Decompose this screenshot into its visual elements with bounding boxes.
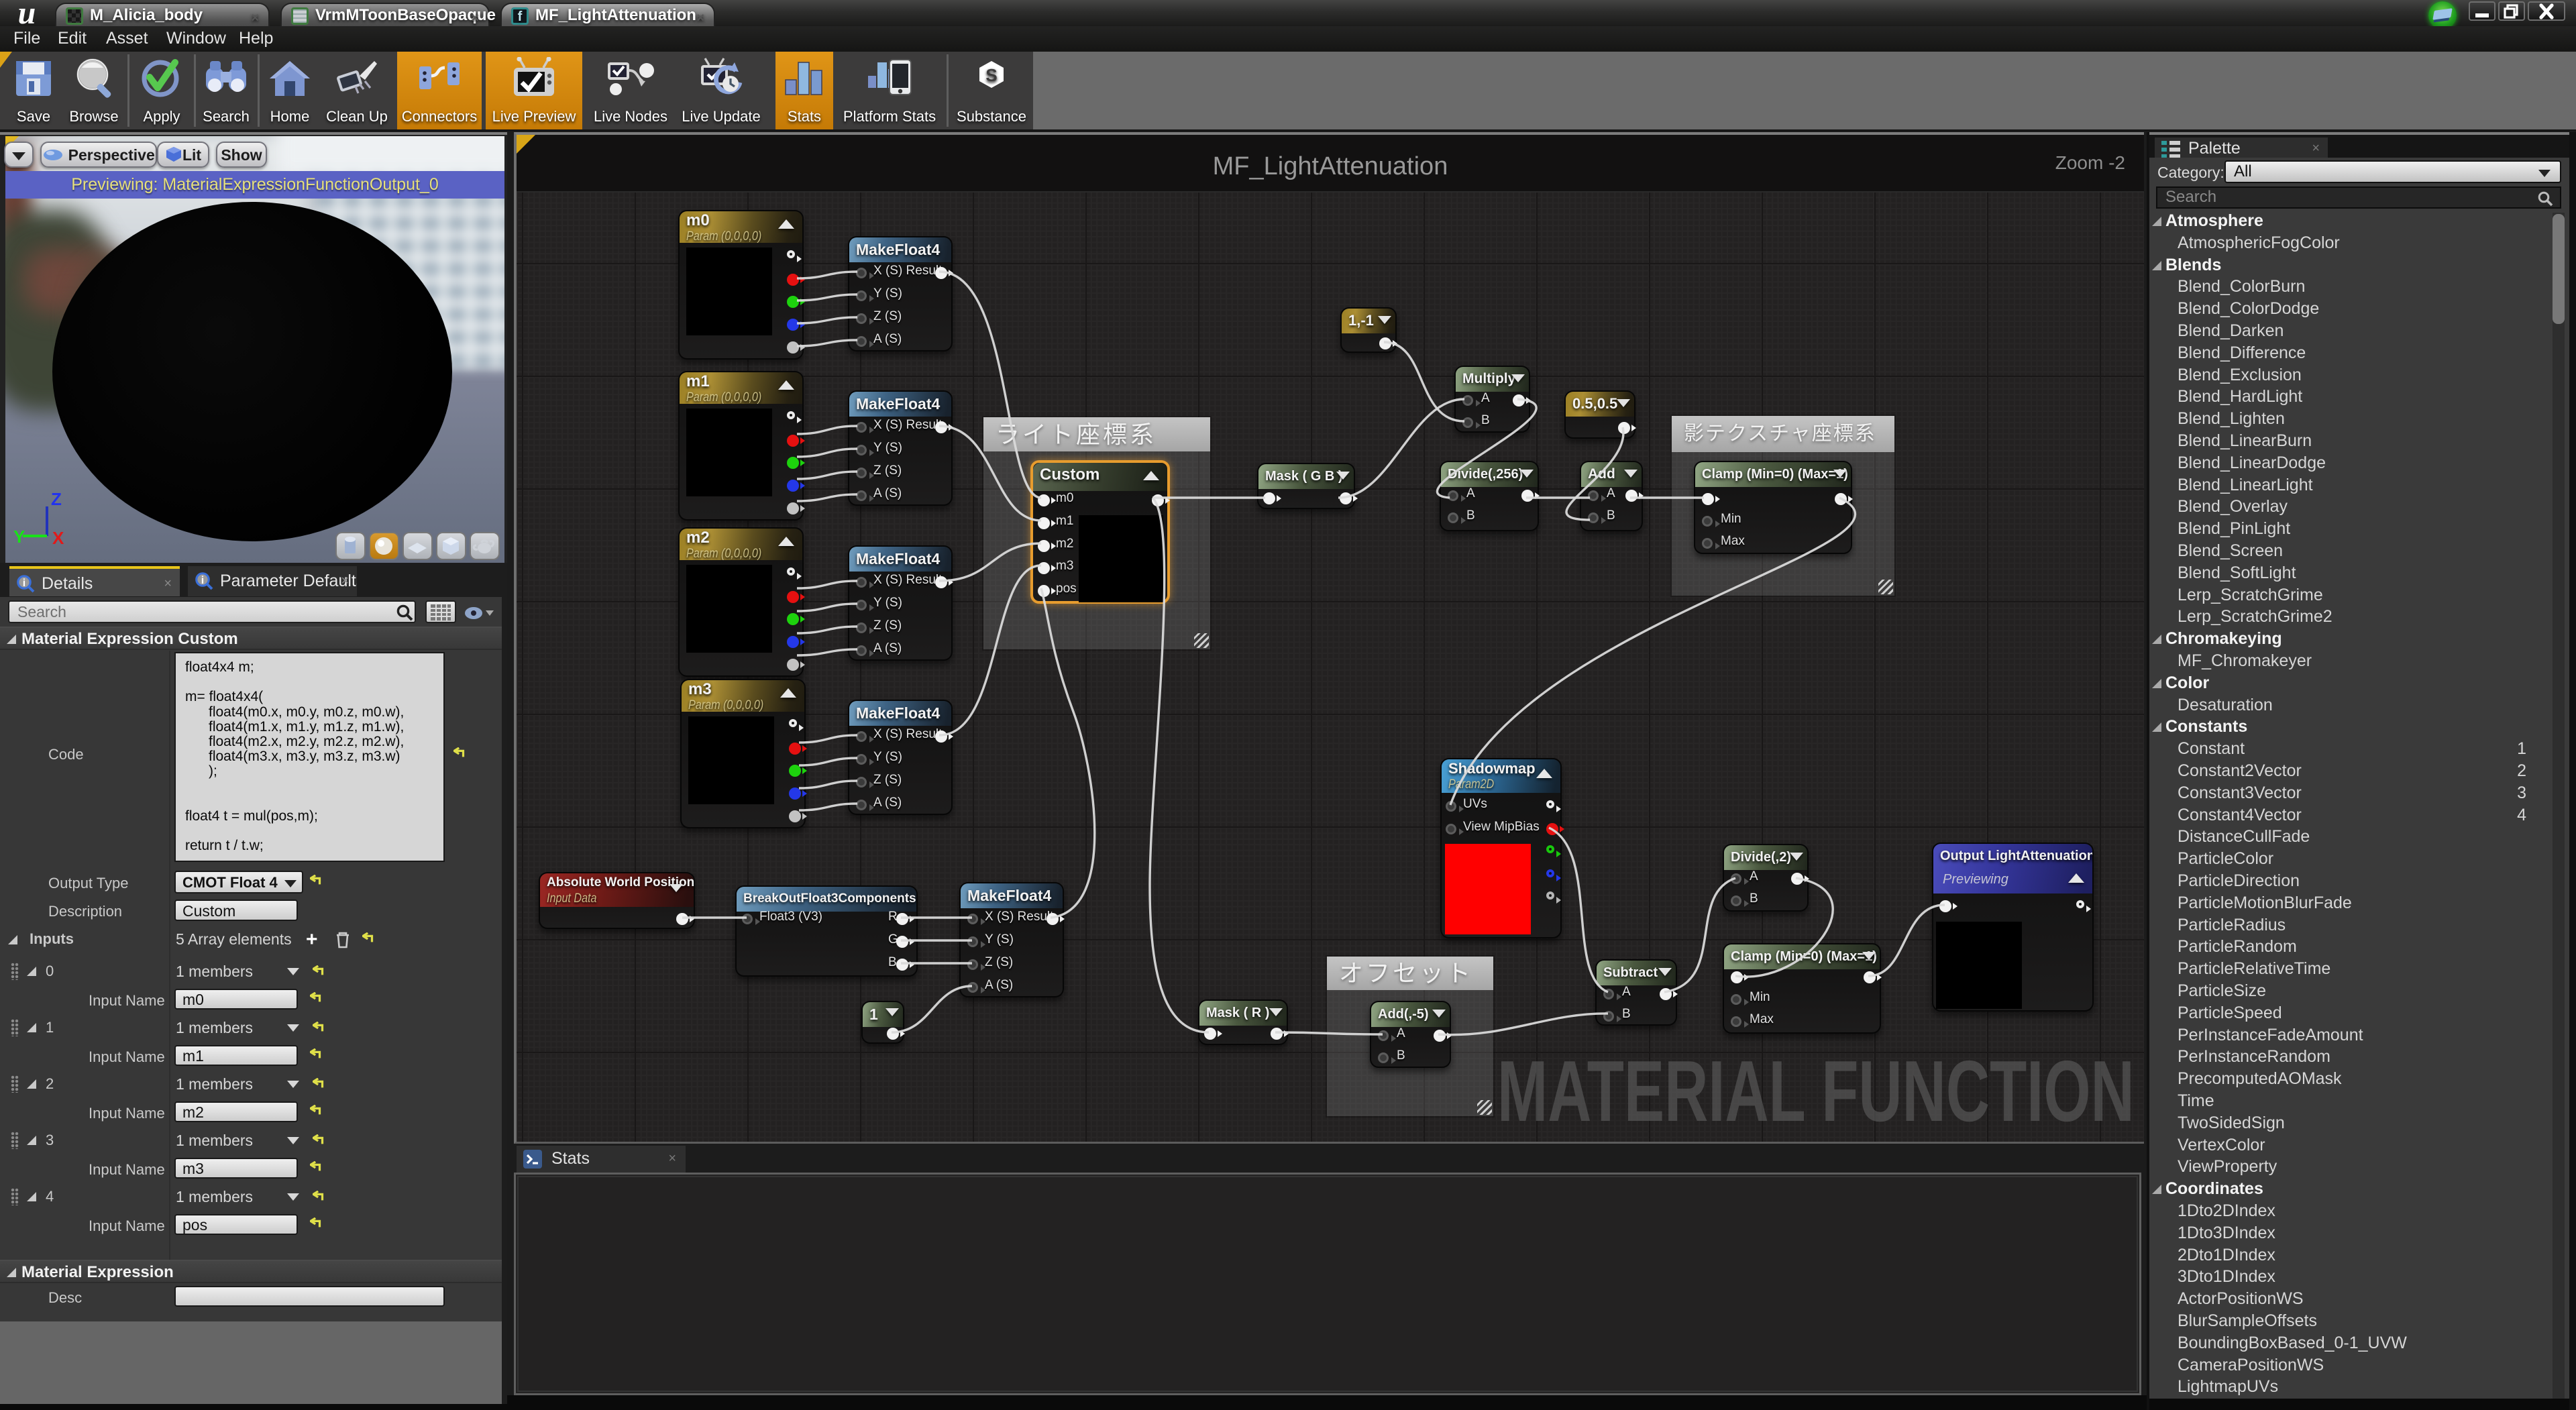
- svg-text:i: i: [23, 578, 25, 589]
- svg-text:Y: Y: [13, 527, 25, 547]
- svg-text:i: i: [201, 575, 204, 586]
- svg-text:Z: Z: [51, 489, 62, 509]
- svg-text:S: S: [985, 65, 997, 85]
- svg-text:X: X: [52, 528, 64, 548]
